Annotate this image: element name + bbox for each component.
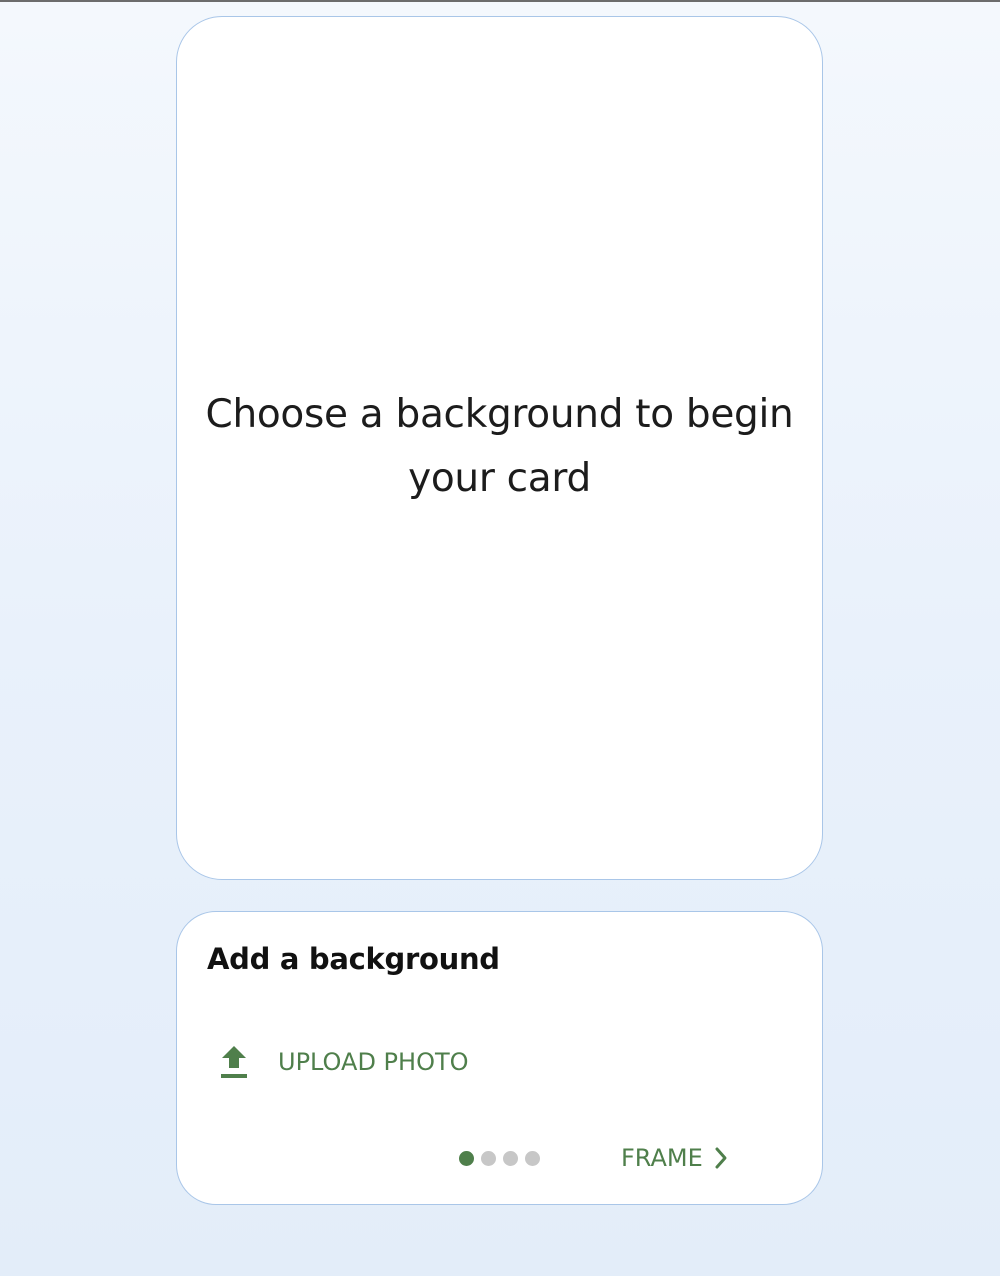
background-panel: Add a background UPLOAD PHOTO FRAME xyxy=(176,911,823,1205)
preview-placeholder-text: Choose a background to begin your card xyxy=(205,391,794,501)
step-dot-current xyxy=(459,1150,474,1166)
next-frame-button[interactable]: FRAME xyxy=(621,1138,729,1178)
step-dot xyxy=(481,1150,496,1166)
step-dot xyxy=(525,1150,540,1166)
panel-title: Add a background xyxy=(207,942,500,976)
chevron-right-icon xyxy=(715,1147,727,1169)
step-dot xyxy=(503,1150,518,1166)
upload-icon xyxy=(221,1046,247,1078)
card-preview: Choose a background to begin your card xyxy=(176,16,823,880)
upload-photo-label: UPLOAD PHOTO xyxy=(278,1048,469,1076)
upload-photo-button[interactable]: UPLOAD PHOTO xyxy=(219,1040,469,1084)
next-frame-label: FRAME xyxy=(621,1144,703,1172)
window-top-border xyxy=(0,0,1000,2)
step-indicator xyxy=(459,1149,547,1167)
